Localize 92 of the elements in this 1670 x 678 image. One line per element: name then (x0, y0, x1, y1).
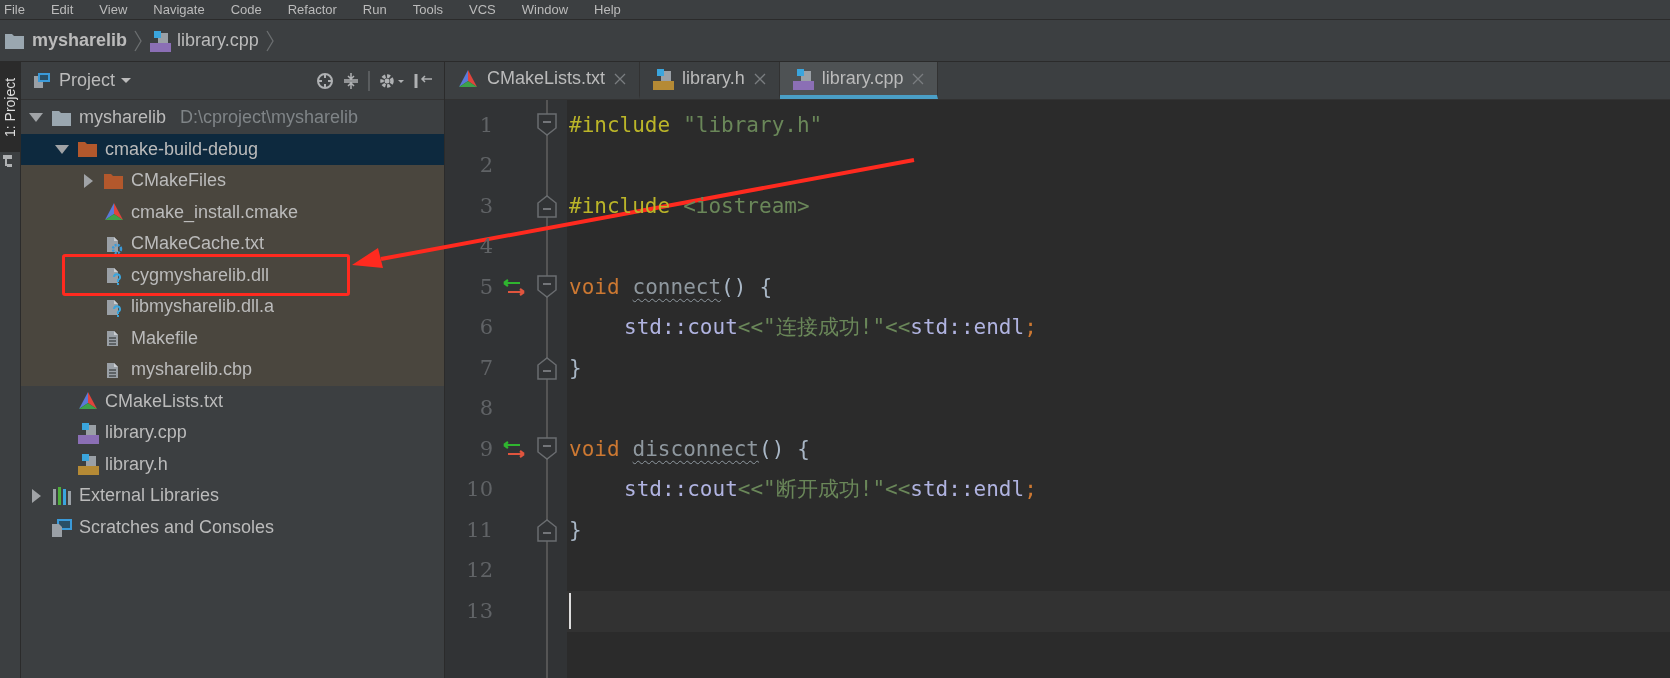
menu-item[interactable]: Run (362, 1, 387, 18)
tree-row[interactable]: mysharelib D:\cproject\mysharelib (21, 102, 444, 134)
tree-row[interactable]: cygmysharelib.dll (21, 259, 444, 291)
code-token: void (569, 435, 620, 463)
menu-item[interactable]: Refactor (287, 1, 337, 18)
code-token: #include (569, 111, 671, 139)
cpp-file-icon (791, 67, 814, 90)
code-token: #include (569, 192, 671, 220)
tree-row[interactable]: library.cpp (21, 417, 444, 449)
menu-item[interactable]: Help (594, 1, 621, 18)
code-token: std::endl (910, 314, 1025, 341)
tree-row[interactable]: Scratches and Consoles (21, 511, 444, 543)
menu-item[interactable]: File (4, 1, 25, 18)
tree-item-label: Makefile (131, 326, 199, 350)
tree-item-label: External Libraries (79, 484, 220, 508)
code-token: std::cout (624, 476, 738, 503)
tree-row[interactable]: External Libraries (21, 480, 444, 512)
cpp-file-icon (149, 29, 172, 52)
code-token: void (569, 273, 620, 301)
tree-row[interactable]: mysharelib.cbp (21, 354, 444, 386)
header-file-icon (77, 453, 99, 476)
tree-row[interactable]: cmake-build-debug (21, 133, 444, 165)
menu-item[interactable]: Tools (412, 1, 444, 18)
project-icon (31, 70, 53, 91)
code-token: } (569, 354, 582, 382)
tree-item-label: mysharelib (79, 106, 167, 130)
tree-row[interactable]: Makefile (21, 322, 444, 354)
menu-item[interactable]: Window (521, 1, 569, 18)
editor-tab[interactable]: library.cpp (779, 62, 939, 99)
editor-tab[interactable]: library.h (640, 62, 780, 99)
menu-item[interactable]: View (99, 1, 128, 18)
code-token: std::cout (624, 314, 738, 341)
tree-row[interactable]: cmake_install.cmake (21, 196, 444, 228)
tree-row[interactable]: library.h (21, 448, 444, 480)
code-token: << (885, 314, 911, 341)
code-token: () (721, 273, 747, 301)
tree-item-label: CMakeLists.txt (105, 389, 224, 413)
code-token: ; (1024, 476, 1037, 503)
menu-item[interactable]: Code (230, 1, 262, 18)
tree-item-label: CMakeFiles (131, 169, 227, 193)
locate-icon[interactable] (316, 71, 334, 90)
code-token: << (737, 476, 764, 503)
tree-row[interactable]: libmysharelib.dll.a (21, 291, 444, 323)
tree-item-label: cmake-build-debug (105, 137, 259, 161)
code-token: std::endl (910, 476, 1025, 503)
project-view-selector[interactable]: Project (31, 67, 132, 94)
code-token: << (885, 476, 911, 503)
tree-item-label: CMakeCache.txt (131, 232, 265, 256)
hide-panel-icon[interactable] (414, 71, 434, 90)
tree-item-label: library.cpp (105, 421, 187, 445)
tree-item-label: mysharelib.cbp (131, 358, 253, 382)
breadcrumb-item[interactable]: mysharelib (32, 27, 128, 54)
menu-item[interactable]: Edit (50, 1, 74, 18)
code-token: } (569, 516, 582, 544)
code-token: connect (632, 273, 722, 301)
editor-tab[interactable]: CMakeLists.txt (445, 62, 641, 99)
cpp-file-icon (77, 421, 99, 444)
tree-item-label: library.h (105, 452, 168, 476)
code-token: { (759, 273, 773, 301)
folder-path: D:\cproject\mysharelib (180, 106, 359, 130)
chevron-icon (133, 28, 144, 53)
close-icon (752, 71, 767, 86)
text-cursor (569, 593, 571, 630)
project-tool-tab[interactable]: 1: Project (0, 62, 20, 152)
settings-icon[interactable] (378, 71, 406, 90)
close-icon (911, 71, 926, 86)
code-token: <iostream> (683, 192, 810, 220)
code-token: () (759, 435, 785, 463)
tree-row[interactable]: CMakeFiles (21, 165, 444, 197)
collapse-all-icon[interactable] (342, 71, 360, 90)
code-token: << (737, 314, 764, 341)
close-icon (613, 71, 628, 86)
breadcrumb-item[interactable]: library.cpp (177, 27, 259, 54)
tree-item-label: cygmysharelib.dll (131, 263, 270, 287)
scratch-file-icon (51, 516, 73, 539)
code-token: "断开成功!" (763, 476, 886, 503)
tree-row[interactable]: CMakeLists.txt (21, 385, 444, 417)
menu-item[interactable]: VCS (469, 1, 496, 18)
tree-item-label: libmysharelib.dll.a (131, 295, 275, 319)
tree-item-label: Scratches and Consoles (79, 515, 275, 539)
code-token: ; (1024, 314, 1037, 341)
tree-item-label: cmake_install.cmake (131, 200, 299, 225)
header-file-icon (652, 67, 675, 90)
line-number: 4 (478, 233, 493, 260)
libraries-icon (51, 484, 73, 507)
code-token: "library.h" (683, 111, 823, 139)
chevron-icon (264, 28, 275, 53)
code-token: disconnect (632, 435, 759, 463)
code-token: { (797, 435, 810, 463)
menu-item[interactable]: Navigate (153, 1, 205, 18)
code-token: "连接成功!" (763, 314, 886, 341)
dropdown-caret-icon (121, 78, 132, 83)
